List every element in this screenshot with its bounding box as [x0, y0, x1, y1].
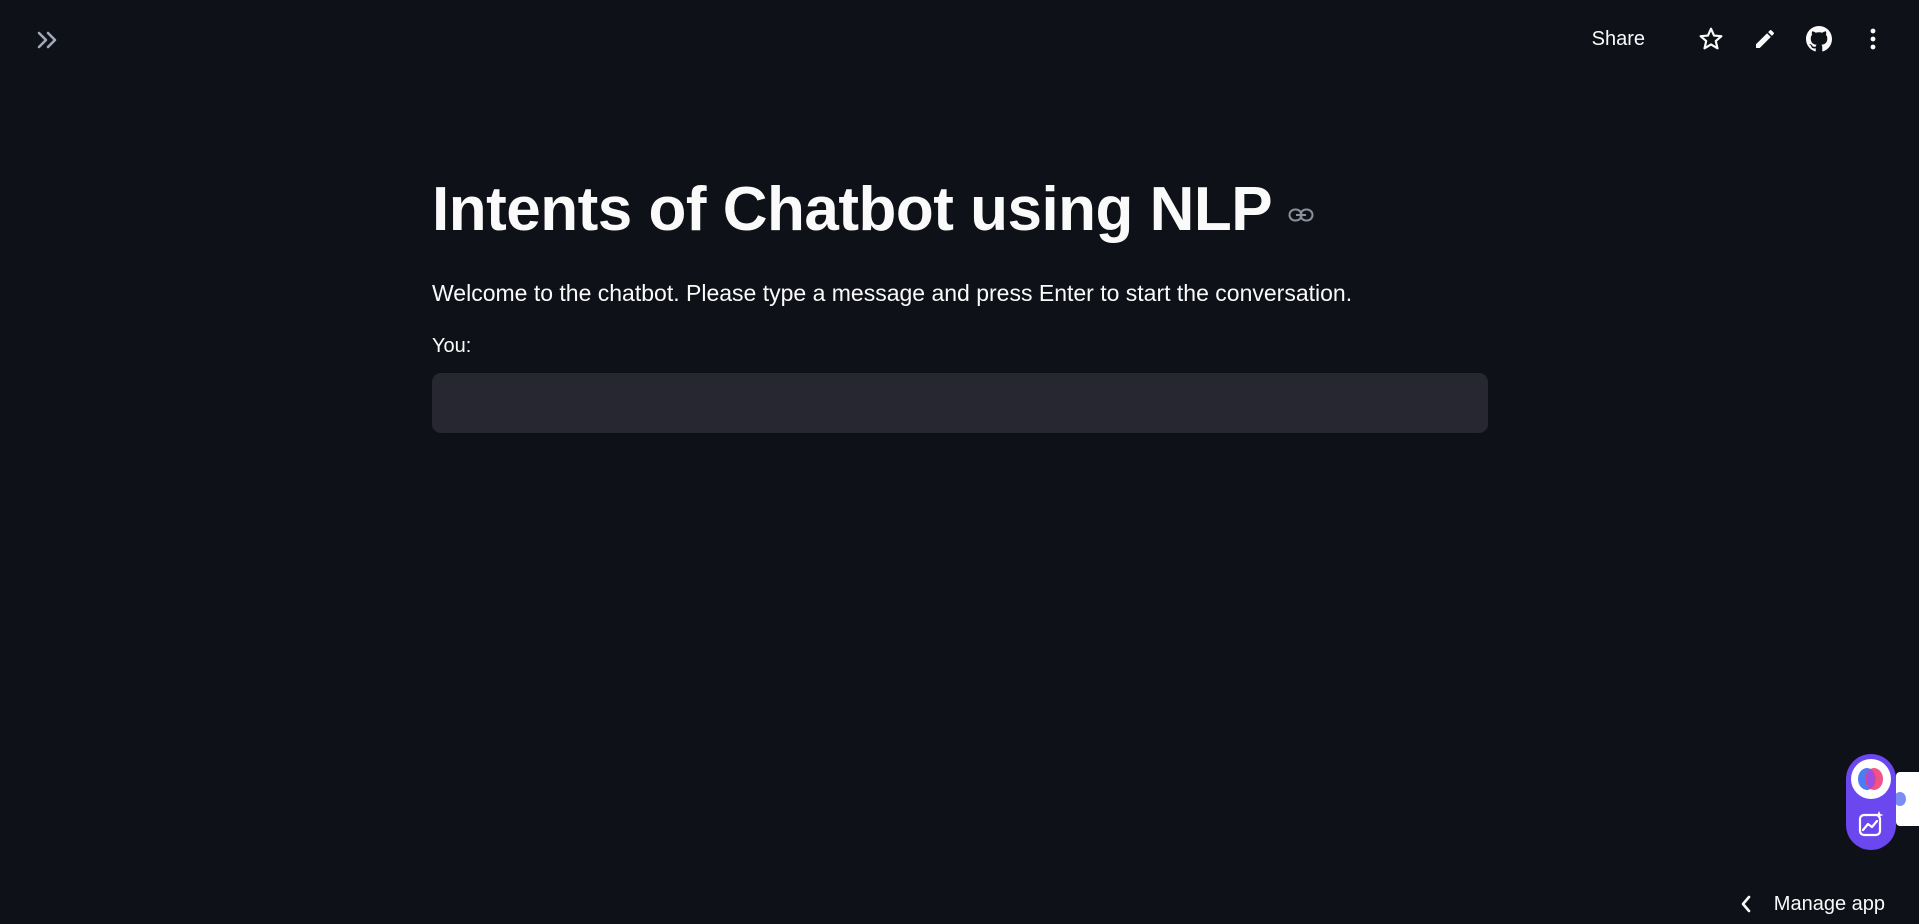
main-content: Intents of Chatbot using NLP Welcome to …	[432, 170, 1488, 433]
title-row: Intents of Chatbot using NLP	[432, 170, 1488, 250]
app-header: Share	[0, 0, 1919, 78]
assistant-logo-icon[interactable]	[1851, 759, 1891, 799]
link-icon[interactable]	[1288, 208, 1314, 222]
message-input[interactable]	[432, 373, 1488, 433]
manage-app-label: Manage app	[1773, 892, 1885, 915]
pencil-icon[interactable]	[1749, 23, 1781, 55]
chevron-left-icon	[1740, 895, 1752, 913]
double-chevron-right-icon[interactable]	[32, 26, 62, 54]
manage-app-button[interactable]: Manage app	[1740, 884, 1885, 924]
share-button[interactable]: Share	[1592, 28, 1645, 51]
page-title: Intents of Chatbot using NLP	[432, 175, 1273, 244]
star-icon[interactable]	[1695, 23, 1727, 55]
chart-sparkle-icon[interactable]	[1857, 810, 1885, 838]
welcome-text: Welcome to the chatbot. Please type a me…	[432, 280, 1353, 306]
toolbar: Share	[1592, 20, 1889, 58]
floating-assistant-widget	[1846, 754, 1896, 850]
side-tab[interactable]	[1894, 772, 1919, 826]
kebab-menu-icon[interactable]	[1857, 23, 1889, 55]
message-input-label: You:	[432, 335, 472, 357]
github-icon[interactable]	[1803, 23, 1835, 55]
